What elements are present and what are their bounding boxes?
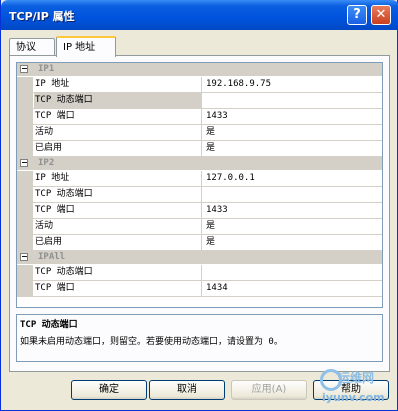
property-name: 已启用 — [34, 235, 202, 250]
row-gutter — [17, 235, 33, 250]
property-name: TCP 端口 — [34, 203, 202, 218]
description-title: TCP 动态端口 — [20, 320, 78, 330]
row-gutter — [17, 219, 33, 234]
window-title: TCP/IP 属性 — [9, 10, 75, 23]
row-gutter — [17, 141, 33, 156]
property-name: TCP 动态端口 — [34, 93, 202, 108]
property-value[interactable]: 1434 — [203, 281, 382, 296]
property-name: IP 地址 — [34, 171, 202, 186]
title-bar[interactable]: TCP/IP 属性 ? ✕ — [1, 0, 398, 30]
property-value[interactable]: 是 — [203, 219, 382, 234]
property-value[interactable] — [203, 265, 382, 280]
section-title: IPAll — [38, 252, 66, 262]
property-name: TCP 动态端口 — [34, 265, 202, 280]
property-row[interactable]: 活动 是 — [17, 219, 382, 235]
tab-protocol[interactable]: 协议 — [9, 38, 55, 56]
property-value[interactable]: 是 — [203, 125, 382, 140]
property-row[interactable]: TCP 动态端口 — [17, 187, 382, 203]
property-row-selected[interactable]: TCP 动态端口 — [17, 93, 382, 109]
property-name: TCP 端口 — [34, 109, 202, 124]
watermark-logo: 运维网 iyunv.com — [320, 367, 394, 407]
property-row[interactable]: 已启用 是 — [17, 141, 382, 157]
property-row[interactable]: TCP 端口 1434 — [17, 281, 382, 297]
section-header-ip1[interactable]: − IP1 — [17, 63, 382, 77]
section-title: IP2 — [38, 158, 55, 168]
section-header-ipall[interactable]: − IPAll — [17, 251, 382, 265]
property-value[interactable] — [203, 93, 382, 108]
collapse-icon[interactable]: − — [20, 253, 28, 261]
tab-ip-addresses[interactable]: IP 地址 — [56, 36, 116, 57]
row-gutter — [17, 171, 33, 186]
collapse-icon[interactable]: − — [20, 159, 28, 167]
property-row[interactable]: IP 地址 127.0.0.1 — [17, 171, 382, 187]
property-value[interactable]: 是 — [203, 235, 382, 250]
property-value[interactable]: 1433 — [203, 109, 382, 124]
apply-button[interactable]: 应用(A) — [231, 380, 307, 400]
section-title: IP1 — [38, 64, 55, 74]
property-row[interactable]: 活动 是 — [17, 125, 382, 141]
property-row[interactable]: 已启用 是 — [17, 235, 382, 251]
row-gutter — [17, 125, 33, 140]
row-gutter — [17, 187, 33, 202]
cancel-button[interactable]: 取消 — [149, 380, 225, 400]
property-name: IP 地址 — [34, 77, 202, 92]
collapse-icon[interactable]: − — [20, 65, 28, 73]
close-icon[interactable]: ✕ — [371, 5, 391, 25]
tab-panel: − IP1 IP 地址 192.168.9.75 TCP 动态端口 TCP 端口… — [9, 55, 390, 372]
tcpip-properties-dialog: TCP/IP 属性 ? ✕ 协议 IP 地址 − IP1 IP 地址 192.1… — [0, 0, 398, 411]
section-header-ip2[interactable]: − IP2 — [17, 157, 382, 171]
row-gutter — [17, 203, 33, 218]
property-row[interactable]: IP 地址 192.168.9.75 — [17, 77, 382, 93]
property-value[interactable]: 127.0.0.1 — [203, 171, 382, 186]
property-row[interactable]: TCP 端口 1433 — [17, 109, 382, 125]
row-gutter — [17, 281, 33, 296]
row-gutter — [17, 265, 33, 280]
property-row[interactable]: TCP 端口 1433 — [17, 203, 382, 219]
property-value[interactable] — [203, 187, 382, 202]
row-gutter — [17, 109, 33, 124]
property-value[interactable]: 1433 — [203, 203, 382, 218]
watermark-url: iyunv.com — [322, 391, 385, 404]
property-row[interactable]: TCP 动态端口 — [17, 265, 382, 281]
help-icon[interactable]: ? — [347, 5, 367, 25]
description-text: 如果未启用动态端口，则留空。若要使用动态端口，请设置为 0。 — [20, 337, 283, 347]
row-gutter — [17, 93, 33, 108]
property-name: TCP 端口 — [34, 281, 202, 296]
ok-button[interactable]: 确定 — [71, 380, 147, 400]
property-grid: − IP1 IP 地址 192.168.9.75 TCP 动态端口 TCP 端口… — [16, 62, 383, 308]
row-gutter — [17, 77, 33, 92]
property-name: 活动 — [34, 125, 202, 140]
property-name: 活动 — [34, 219, 202, 234]
description-panel: TCP 动态端口 如果未启用动态端口，则留空。若要使用动态端口，请设置为 0。 — [16, 314, 383, 362]
property-value[interactable]: 是 — [203, 141, 382, 156]
watermark-text: 运维网 — [338, 371, 375, 385]
property-name: 已启用 — [34, 141, 202, 156]
property-value[interactable]: 192.168.9.75 — [203, 77, 382, 92]
property-name: TCP 动态端口 — [34, 187, 202, 202]
